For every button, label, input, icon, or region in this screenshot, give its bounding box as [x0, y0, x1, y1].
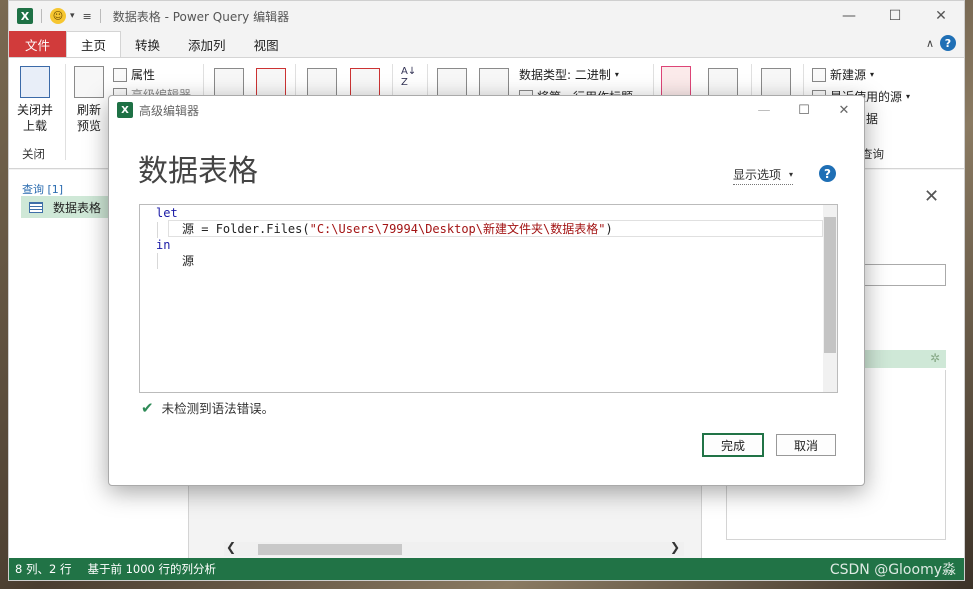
refresh-label: 刷新 预览: [76, 103, 101, 133]
tab-transform[interactable]: 转换: [121, 31, 174, 57]
close-load-label: 关闭并 上载: [16, 103, 53, 133]
queries-header[interactable]: 查询 [1]: [22, 181, 63, 197]
dialog-title-bar: X 高级编辑器 — ☐ ✕: [109, 96, 864, 124]
code-var: 源: [182, 222, 195, 236]
status-columns-rows: 8 列、2 行: [15, 562, 72, 576]
query-name-heading: 数据表格: [138, 154, 258, 189]
display-options-label: 显示选项: [733, 168, 782, 182]
scrollbar-thumb[interactable]: [258, 544, 402, 555]
combine-files-icon[interactable]: [661, 66, 691, 98]
status-profile: 基于前 1000 行的列分析: [87, 562, 217, 576]
indent-guide: [157, 222, 158, 238]
ribbon-separator: [65, 64, 66, 160]
vertical-scrollbar[interactable]: [823, 205, 837, 392]
excel-icon: X: [117, 102, 133, 118]
chevron-down-icon: ▾: [870, 70, 875, 79]
data-type-dropdown[interactable]: 数据类型: 二进制 ▾: [519, 66, 619, 83]
maximize-icon[interactable]: ☐: [872, 1, 918, 31]
syntax-status-label: 未检测到语法错误。: [161, 401, 275, 416]
new-source-label: 新建源: [830, 68, 867, 82]
properties-label: 属性: [131, 68, 156, 82]
enter-data-label[interactable]: 据: [866, 110, 878, 127]
window-title: 数据表格 - Power Query 编辑器: [112, 9, 290, 24]
code-string: "C:\Users\79994\Desktop\新建文件夹\数据表格": [309, 222, 606, 236]
new-source-dropdown[interactable]: 新建源 ▾: [812, 66, 874, 83]
customize-toolbar-icon[interactable]: ≡: [83, 10, 92, 23]
dialog-title: 高级编辑器: [139, 103, 200, 118]
check-icon: ✔: [141, 398, 154, 417]
code-call: = Folder.Files(: [194, 222, 310, 236]
tab-file[interactable]: 文件: [9, 31, 67, 57]
chevron-up-icon[interactable]: ∧: [926, 37, 934, 50]
refresh-icon: [74, 66, 104, 98]
tab-view[interactable]: 视图: [240, 31, 293, 57]
smiley-feedback-icon[interactable]: ☺: [50, 8, 66, 24]
chevron-down-icon: ▾: [789, 170, 794, 179]
chevron-down-icon: ▾: [614, 70, 619, 79]
data-type-label: 数据类型: 二进制: [519, 68, 611, 82]
chevron-left-icon[interactable]: ❮: [226, 540, 236, 554]
status-bar: 8 列、2 行 基于前 1000 行的列分析 CSDN @Gloomy淼: [9, 558, 964, 580]
done-button[interactable]: 完成: [703, 434, 763, 456]
properties-button[interactable]: 属性: [113, 66, 155, 83]
cancel-button[interactable]: 取消: [776, 434, 836, 456]
tab-add-column[interactable]: 添加列: [174, 31, 240, 57]
code-line-3: in: [156, 238, 171, 252]
help-icon[interactable]: ?: [819, 165, 836, 182]
query-item-label: 数据表格: [53, 200, 102, 215]
excel-icon: X: [17, 8, 33, 24]
scrollbar-thumb[interactable]: [824, 217, 836, 353]
close-icon[interactable]: ✕: [824, 96, 864, 124]
close-icon[interactable]: ✕: [918, 1, 964, 31]
code-line-1: let: [156, 206, 178, 220]
chevron-down-icon[interactable]: ▾: [70, 11, 75, 21]
code-line-4: 源: [182, 254, 195, 268]
chevron-down-icon: ▾: [906, 92, 911, 101]
syntax-status: ✔ 未检测到语法错误。: [141, 398, 274, 417]
code-paren: ): [605, 222, 613, 236]
watermark: CSDN @Gloomy淼: [829, 562, 956, 578]
close-icon[interactable]: ✕: [924, 186, 939, 207]
minimize-icon: —: [757, 102, 771, 118]
properties-icon: [113, 67, 127, 82]
code-editor[interactable]: let 源 = Folder.Files("C:\Users\79994\Des…: [139, 204, 838, 393]
refresh-preview-button[interactable]: 刷新 预览: [69, 66, 109, 134]
close-load-button[interactable]: 关闭并 上载: [15, 66, 55, 134]
maximize-icon[interactable]: ☐: [784, 96, 824, 124]
help-icon[interactable]: ?: [940, 35, 956, 51]
ribbon-tabs: 文件 主页 转换 添加列 视图: [9, 31, 964, 57]
code-line-2: 源 = Folder.Files("C:\Users\79994\Desktop…: [182, 221, 613, 237]
table-icon: [29, 201, 43, 213]
display-options-dropdown[interactable]: 显示选项 ▾: [733, 166, 794, 185]
horizontal-scrollbar[interactable]: ❮ ❯: [224, 540, 684, 556]
group-label-close: 关闭: [22, 147, 45, 161]
advanced-editor-dialog: X 高级编辑器 — ☐ ✕ 数据表格 显示选项 ▾ ? let 源 = Fold…: [108, 95, 865, 486]
chevron-right-icon[interactable]: ❯: [670, 540, 680, 554]
tab-home[interactable]: 主页: [66, 31, 122, 57]
new-source-icon: [812, 67, 826, 82]
title-separator: [41, 9, 42, 23]
minimize-icon[interactable]: —: [826, 1, 872, 31]
title-bar: X ☺ ▾ ≡ 数据表格 - Power Query 编辑器 — ☐ ✕: [9, 1, 964, 31]
sort-icon[interactable]: A↓ Z: [401, 66, 416, 88]
gear-icon[interactable]: ✲: [930, 351, 940, 365]
save-close-icon: [20, 66, 50, 98]
title-separator: [99, 9, 101, 23]
indent-guide: [157, 253, 158, 269]
